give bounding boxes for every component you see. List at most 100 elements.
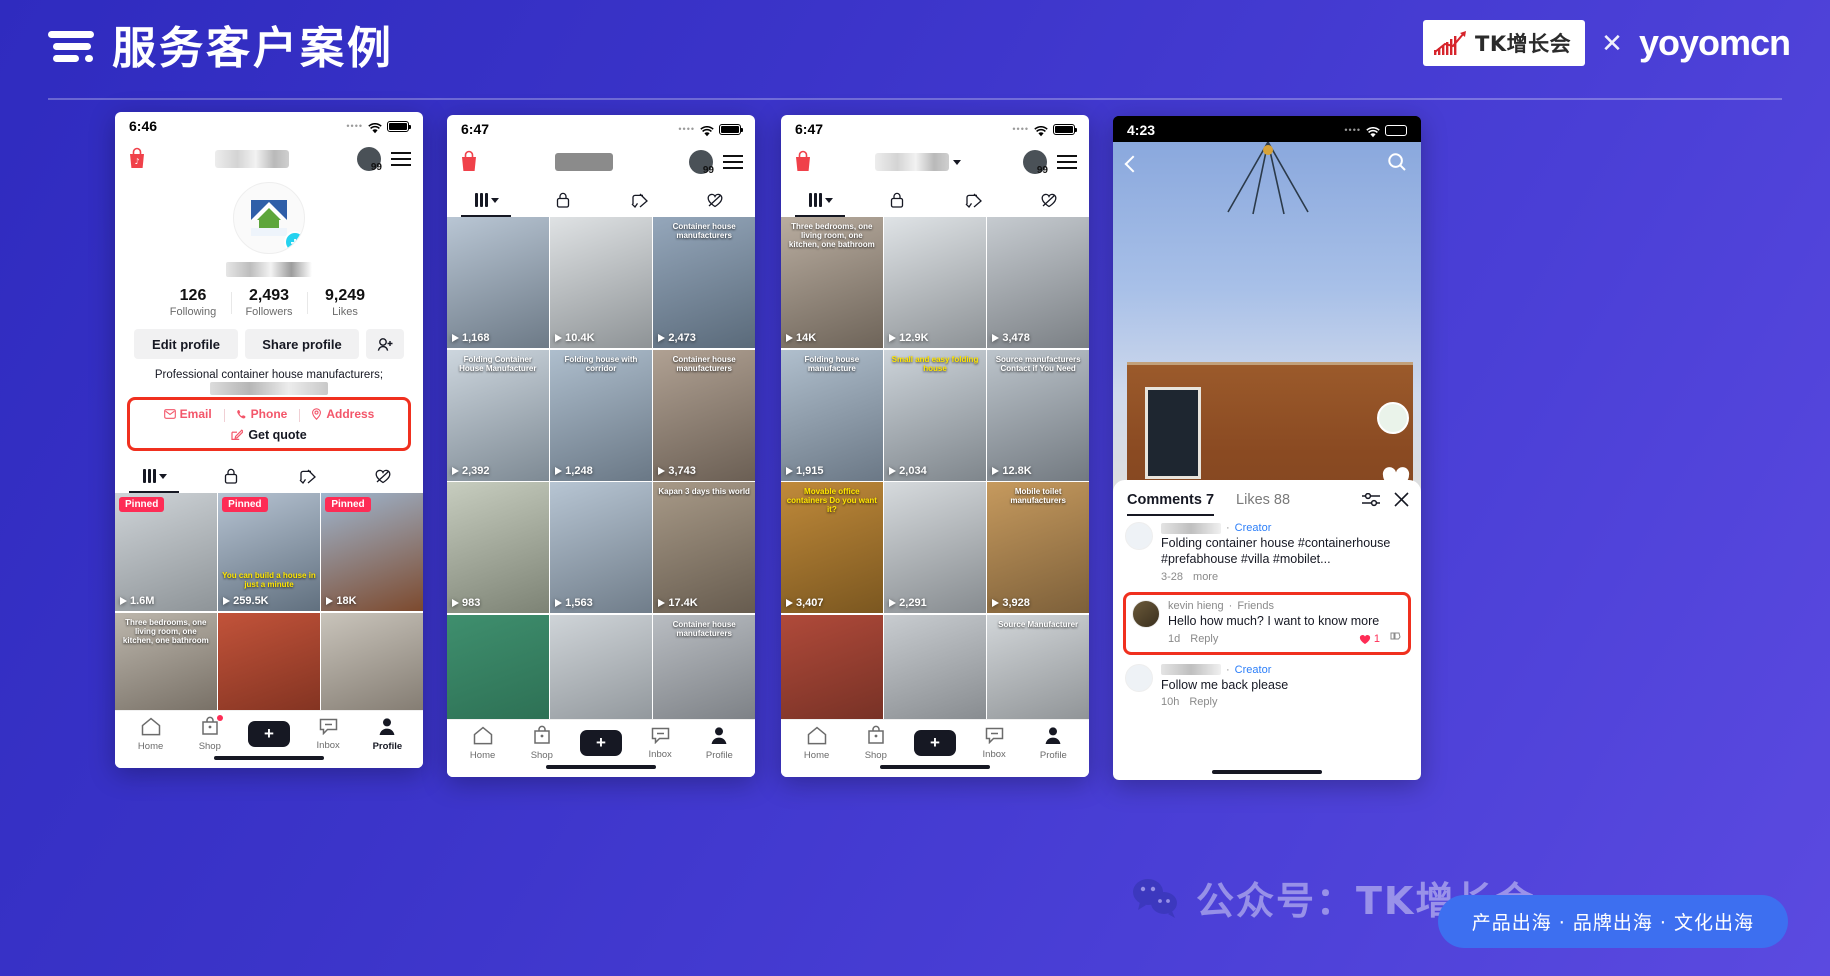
video-thumbnail[interactable]: Container house manufacturers 3,743 <box>653 349 755 481</box>
hamburger-icon[interactable] <box>1057 155 1077 170</box>
nav-item-shop[interactable]: Shop <box>185 715 235 752</box>
phone-button[interactable]: Phone <box>223 407 300 422</box>
chevron-down-icon[interactable] <box>953 159 961 165</box>
video-thumbnail[interactable]: Container house manufacturers 2,473 <box>653 217 755 348</box>
tiktok-shop-bag-icon[interactable]: ♪ <box>127 147 147 171</box>
hamburger-icon[interactable] <box>391 152 411 167</box>
video-thumbnail[interactable]: Movable office containers Do you want it… <box>781 482 883 613</box>
video-thumbnail[interactable]: Three bedrooms, one living room, one kit… <box>781 217 883 348</box>
comment-like-button[interactable]: 1 <box>1359 633 1380 645</box>
close-x-icon[interactable] <box>1394 492 1409 512</box>
edit-profile-button[interactable]: Edit profile <box>134 329 238 359</box>
filter-sliders-icon[interactable] <box>1362 492 1380 512</box>
nav-item-home[interactable]: Home <box>458 726 508 761</box>
signal-dots-icon: •••• <box>1344 125 1361 135</box>
tab-grid[interactable] <box>117 459 193 493</box>
comment-item[interactable]: · Creator Folding container house #contain… <box>1125 522 1409 583</box>
stat-following[interactable]: 126 Following <box>155 287 231 318</box>
tab-likes[interactable]: Likes 88 <box>1236 492 1290 508</box>
video-thumbnail[interactable]: Pinned 18K <box>321 493 423 611</box>
comment-avatar[interactable] <box>1125 663 1153 692</box>
video-thumbnail[interactable]: Small and easy folding house 2,034 <box>884 349 986 481</box>
create-button[interactable]: + <box>243 721 294 747</box>
reply-button[interactable]: Reply <box>1189 696 1217 708</box>
tab-reposts[interactable] <box>269 459 345 493</box>
email-button[interactable]: Email <box>152 407 224 421</box>
comment-username[interactable]: kevin hieng <box>1168 600 1224 612</box>
profile-icon <box>710 726 728 748</box>
followers-count: 2,493 <box>248 287 290 304</box>
comment-item-highlighted[interactable]: kevin hieng · Friends Hello how much? I wan… <box>1123 591 1411 655</box>
add-avatar-button[interactable]: + <box>284 231 304 253</box>
notification-badge-icon[interactable]: 99 <box>357 147 382 173</box>
tiktok-shop-bag-icon[interactable] <box>459 150 479 174</box>
video-thumbnail[interactable]: 3,478 <box>987 217 1089 348</box>
comment-item[interactable]: · Creator Follow me back please 10h Reply <box>1125 663 1409 708</box>
create-plus-button[interactable]: + <box>909 730 960 756</box>
nav-item-profile[interactable]: Profile <box>694 726 744 761</box>
video-thumbnail[interactable]: Folding Container House Manufacturer 2,39… <box>447 349 549 481</box>
tab-liked[interactable] <box>1011 183 1087 217</box>
nav-item-profile[interactable]: Profile <box>362 717 412 752</box>
tab-reposts[interactable] <box>601 183 677 217</box>
create-button[interactable]: + <box>909 730 960 756</box>
tab-grid[interactable] <box>783 183 859 217</box>
video-thumbnail[interactable]: Folding house with corridor 1,248 <box>550 349 652 481</box>
slide-header: 服务客户案例 TK增长会 ✕ yoyomcn <box>0 0 1830 104</box>
share-profile-button[interactable]: Share profile <box>245 329 359 359</box>
battery-icon <box>719 123 743 135</box>
nav-item-home[interactable]: Home <box>126 717 176 752</box>
tab-reposts[interactable] <box>935 183 1011 217</box>
create-plus-button[interactable]: + <box>575 730 626 756</box>
tab-comments[interactable]: Comments 7 <box>1127 492 1215 516</box>
search-icon[interactable] <box>1387 152 1407 177</box>
video-thumbnail[interactable]: 12.9K <box>884 217 986 348</box>
video-thumbnail[interactable]: Folding house manufacture 1,915 <box>781 349 883 481</box>
comment-avatar[interactable] <box>1125 522 1153 550</box>
video-thumbnail[interactable]: Mobile toilet manufacturers 3,928 <box>987 482 1089 613</box>
avatar[interactable]: + <box>233 182 305 254</box>
get-quote-button[interactable]: Get quote <box>134 428 404 442</box>
stat-followers[interactable]: 2,493 Followers <box>231 287 307 318</box>
video-thumbnail[interactable]: 983 <box>447 482 549 613</box>
nav-item-shop[interactable]: Shop <box>851 725 901 761</box>
tiktok-shop-bag-icon[interactable] <box>793 150 813 174</box>
see-more-button[interactable]: more <box>1193 571 1218 583</box>
video-thumbnail[interactable]: Source manufacturers Contact if You Need… <box>987 349 1089 481</box>
video-caption: Movable office containers Do you want it… <box>786 487 877 515</box>
battery-icon <box>1385 124 1409 136</box>
add-person-icon[interactable] <box>366 329 404 359</box>
notification-badge-icon[interactable]: 99 <box>689 150 714 176</box>
video-thumbnail[interactable]: 10.4K <box>550 217 652 348</box>
video-thumbnail[interactable]: 1,563 <box>550 482 652 613</box>
creator-badge-icon[interactable] <box>1377 402 1409 434</box>
tab-grid[interactable] <box>449 183 525 217</box>
tab-private[interactable] <box>193 459 269 493</box>
create-button[interactable]: + <box>575 730 626 756</box>
stat-likes[interactable]: 9,249 Likes <box>307 287 383 318</box>
video-thumbnail[interactable]: Pinned You can build a house in just a mi… <box>218 493 320 611</box>
comment-avatar[interactable] <box>1132 599 1160 628</box>
nav-item-inbox[interactable]: Inbox <box>303 718 353 751</box>
status-bar: 4:23 •••• <box>1113 116 1421 144</box>
nav-item-home[interactable]: Home <box>792 726 842 761</box>
video-thumbnail[interactable]: 2,291 <box>884 482 986 613</box>
nav-item-inbox[interactable]: Inbox <box>969 727 1019 760</box>
tab-private[interactable] <box>859 183 935 217</box>
nav-item-inbox[interactable]: Inbox <box>635 727 685 760</box>
tab-liked[interactable] <box>677 183 753 217</box>
create-plus-button[interactable]: + <box>243 721 294 747</box>
tab-liked[interactable] <box>345 459 421 493</box>
notification-badge-icon[interactable]: 99 <box>1023 150 1048 176</box>
chevron-left-icon[interactable] <box>1124 155 1142 173</box>
address-button[interactable]: Address <box>299 407 386 422</box>
nav-item-profile[interactable]: Profile <box>1028 726 1078 761</box>
tab-private[interactable] <box>525 183 601 217</box>
nav-item-shop[interactable]: Shop <box>517 725 567 761</box>
video-thumbnail[interactable]: Kapan 3 days this world 17.4K <box>653 482 755 613</box>
video-thumbnail[interactable]: Pinned 1.6M <box>115 493 217 611</box>
reply-button[interactable]: Reply <box>1190 633 1218 645</box>
comment-dislike-icon[interactable] <box>1390 632 1402 647</box>
video-thumbnail[interactable]: 1,168 <box>447 217 549 348</box>
hamburger-icon[interactable] <box>723 155 743 170</box>
